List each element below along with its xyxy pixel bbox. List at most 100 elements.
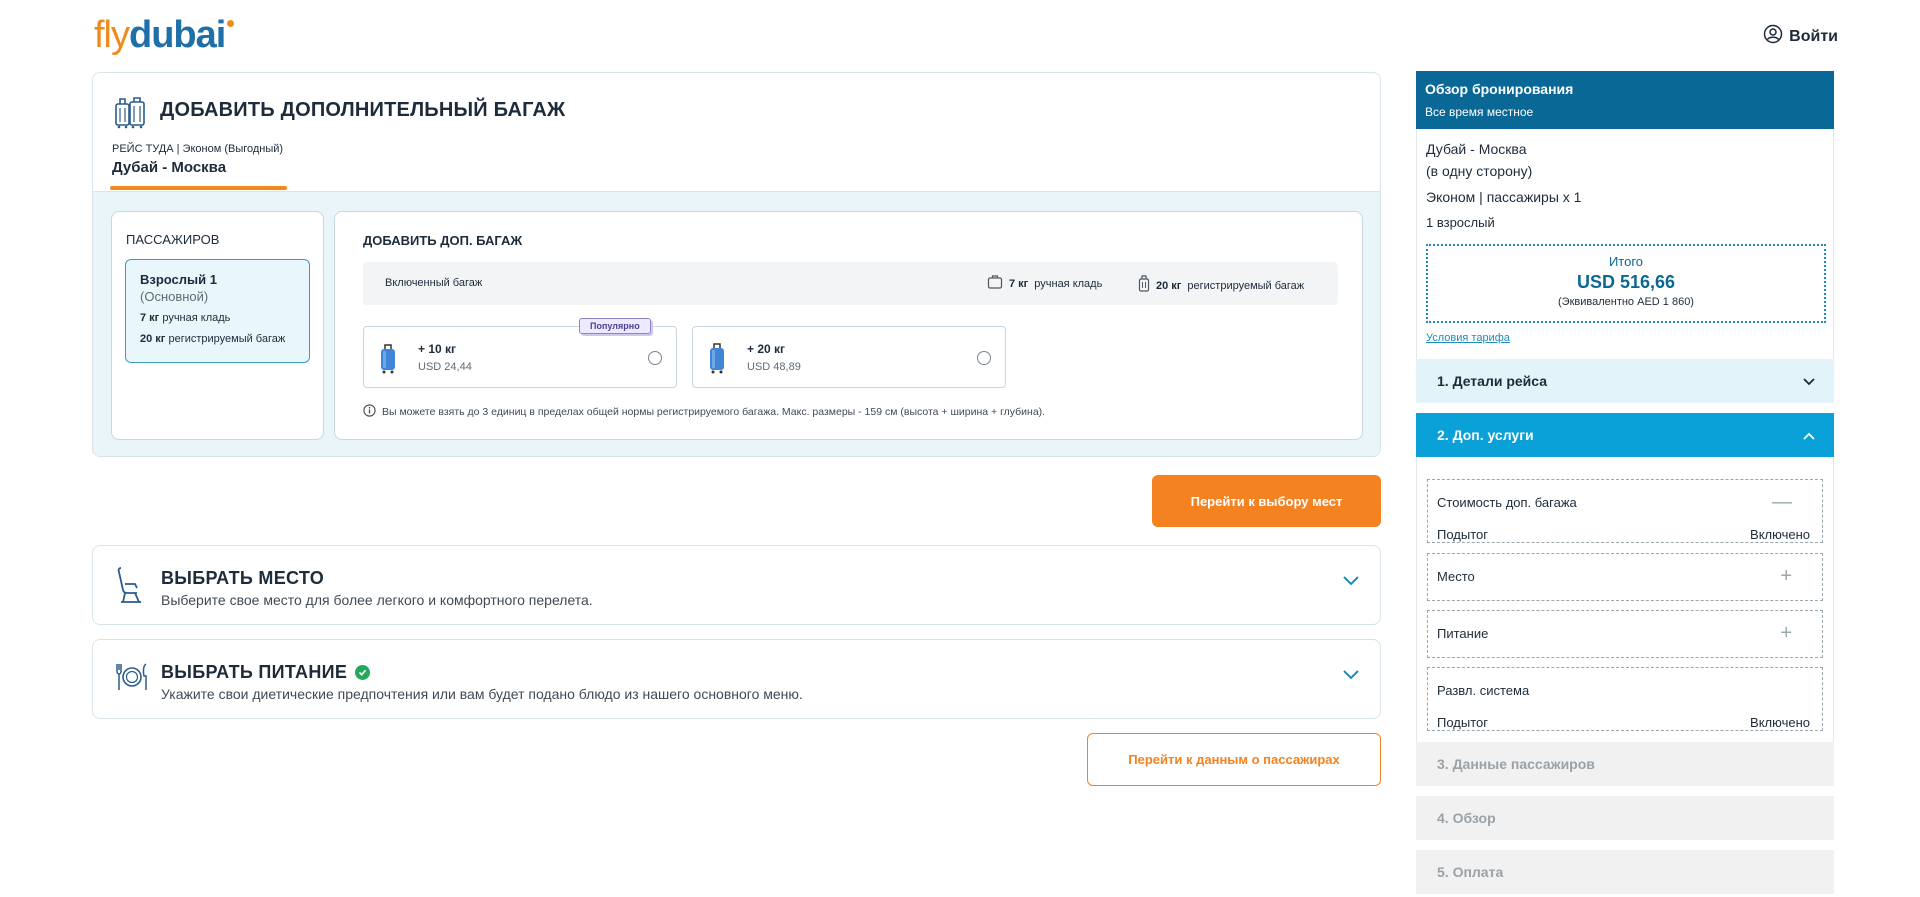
user-icon	[1763, 24, 1783, 49]
chevron-down-icon[interactable]	[1342, 574, 1360, 592]
chevron-down-icon	[1802, 374, 1816, 390]
baggage-body: ПАССАЖИРОВ Взрослый 1 (Основной) 7 кг ру…	[93, 191, 1380, 456]
option-radio[interactable]	[977, 351, 991, 365]
service-ife-label: Развл. система	[1437, 683, 1530, 698]
service-subtotal-label: Подытог	[1437, 527, 1488, 542]
select-seat-section[interactable]: ВЫБРАТЬ МЕСТО Выберите свое место для бо…	[92, 545, 1381, 625]
step-passenger-details[interactable]: 3. Данные пассажиров	[1416, 742, 1834, 786]
service-seat-label: Место	[1437, 569, 1475, 584]
option-weight: + 10 кг	[418, 342, 457, 356]
option-weight: + 20 кг	[747, 342, 786, 356]
go-to-seats-button[interactable]: Перейти к выбору мест	[1152, 475, 1381, 527]
seat-icon	[115, 566, 145, 611]
step-label: 4. Обзор	[1437, 810, 1496, 826]
baggage-note-text: Вы можете взять до 3 единиц в пределах о…	[382, 406, 1046, 418]
step-extra-services[interactable]: 2. Доп. услуги	[1416, 413, 1834, 457]
service-baggage: Стоимость доп. багажа — Подытог Включено	[1427, 479, 1823, 543]
baggage-title: ДОБАВИТЬ ДОПОЛНИТЕЛЬНЫЙ БАГАЖ	[160, 99, 566, 121]
step-label: 2. Доп. услуги	[1437, 427, 1534, 443]
extra-services-list: Стоимость доп. багажа — Подытог Включено…	[1416, 457, 1834, 742]
passenger-checked-allowance: 20 кг регистрируемый багаж	[140, 333, 286, 345]
go-to-passengers-button[interactable]: Перейти к данным о пассажирах	[1087, 733, 1381, 786]
included-baggage-label: Включенный багаж	[385, 277, 483, 289]
suitcase-icon	[1138, 275, 1150, 296]
baggage-header: ДОБАВИТЬ ДОПОЛНИТЕЛЬНЫЙ БАГАЖ РЕЙС ТУДА …	[93, 73, 1380, 191]
plus-icon[interactable]: +	[1780, 623, 1792, 643]
service-meal: Питание +	[1427, 610, 1823, 658]
booking-summary-sidebar: Обзор бронирования Все время местное Дуб…	[1416, 71, 1834, 897]
service-seat: Место +	[1427, 553, 1823, 601]
route-tab-underline	[110, 186, 287, 190]
info-icon	[363, 404, 376, 420]
summary-adults: 1 взрослый	[1426, 215, 1495, 230]
chevron-down-icon[interactable]	[1342, 668, 1360, 686]
sidebar-header: Обзор бронирования Все время местное	[1416, 71, 1834, 129]
passenger-name: Взрослый 1	[140, 272, 217, 287]
header: flydubai Войти	[0, 0, 1920, 70]
total-label: Итого	[1608, 254, 1644, 269]
step-label: 1. Детали рейса	[1437, 373, 1548, 389]
sidebar-title: Обзор бронирования	[1425, 81, 1574, 97]
baggage-option-20kg[interactable]: + 20 кг USD 48,89	[692, 326, 1006, 388]
add-baggage-panel: ДОБАВИТЬ ДОП. БАГАЖ Включенный багаж 7 к…	[334, 211, 1363, 440]
option-radio[interactable]	[648, 351, 662, 365]
blue-suitcase-icon	[707, 342, 727, 379]
sidebar-summary: Дубай - Москва (в одну сторону) Эконом |…	[1416, 129, 1834, 359]
total-aed: (Эквивалентно AED 1 860)	[1558, 296, 1694, 308]
flight-route-tab[interactable]: Дубай - Москва	[112, 159, 226, 176]
sidebar-subtitle: Все время местное	[1425, 105, 1534, 119]
flight-type: РЕЙС ТУДА | Эконом (Выгодный)	[112, 143, 284, 155]
passengers-panel: ПАССАЖИРОВ Взрослый 1 (Основной) 7 кг ру…	[111, 211, 324, 440]
step-label: 3. Данные пассажиров	[1437, 756, 1595, 772]
passenger-cabin-allowance: 7 кг ручная кладь	[140, 312, 231, 324]
included-checked: 20 кг регистрируемый багаж	[1138, 275, 1304, 296]
fare-terms-link[interactable]: Условия тарифа	[1426, 332, 1510, 344]
summary-class-pax: Эконом | пассажиры x 1	[1426, 189, 1582, 205]
option-price: USD 48,89	[747, 361, 801, 373]
chevron-up-icon	[1802, 428, 1816, 444]
login-label: Войти	[1789, 27, 1838, 45]
logo-dot	[227, 20, 235, 27]
cutlery-icon	[115, 660, 149, 699]
cabin-bag-icon	[987, 275, 1003, 292]
service-subtotal-value: Включено	[1750, 527, 1810, 542]
logo-dubai-text: dubai	[129, 14, 226, 56]
select-seat-title: ВЫБРАТЬ МЕСТО	[161, 568, 325, 588]
passenger-card-selected[interactable]: Взрослый 1 (Основной) 7 кг ручная кладь …	[125, 259, 310, 363]
select-seat-description: Выберите свое место для более легкого и …	[161, 592, 593, 608]
summary-total-box: Итого USD 516,66 (Эквивалентно AED 1 860…	[1426, 244, 1826, 323]
service-baggage-label: Стоимость доп. багажа	[1437, 495, 1577, 510]
passenger-role: (Основной)	[140, 289, 209, 304]
flydubai-logo[interactable]: flydubai	[94, 14, 235, 57]
summary-trip-type: (в одну сторону)	[1426, 163, 1533, 179]
service-subtotal-value: Включено	[1750, 715, 1810, 730]
service-meal-label: Питание	[1437, 626, 1489, 641]
select-meal-description: Укажите свои диетические предпочтения ил…	[161, 686, 803, 702]
step-label: 5. Оплата	[1437, 864, 1504, 880]
login-button[interactable]: Войти	[1763, 24, 1838, 49]
baggage-note: Вы можете взять до 3 единиц в пределах о…	[363, 404, 1045, 420]
step-review[interactable]: 4. Обзор	[1416, 796, 1834, 840]
included-cabin: 7 кг ручная кладь	[987, 275, 1102, 292]
select-meal-title: ВЫБРАТЬ ПИТАНИЕ	[161, 662, 371, 683]
included-baggage-bar: Включенный багаж 7 кг ручная кладь 20 кг р…	[363, 262, 1338, 305]
service-entertainment: Развл. система Подытог Включено	[1427, 667, 1823, 731]
add-baggage-title: ДОБАВИТЬ ДОП. БАГАЖ	[363, 233, 523, 248]
step-payment[interactable]: 5. Оплата	[1416, 850, 1834, 894]
summary-route: Дубай - Москва	[1426, 141, 1527, 157]
check-icon	[355, 665, 371, 680]
passengers-title: ПАССАЖИРОВ	[126, 232, 220, 247]
service-subtotal-label: Подытог	[1437, 715, 1488, 730]
option-price: USD 24,44	[418, 361, 472, 373]
select-meal-section[interactable]: ВЫБРАТЬ ПИТАНИЕ Укажите свои диетические…	[92, 639, 1381, 719]
step-flight-details[interactable]: 1. Детали рейса	[1416, 359, 1834, 403]
plus-icon[interactable]: +	[1780, 566, 1792, 586]
logo-fly-text: fly	[94, 14, 130, 56]
popular-badge: Популярно	[579, 318, 651, 334]
total-usd: USD 516,66	[1576, 272, 1676, 292]
blue-suitcase-icon	[378, 342, 398, 379]
minus-icon[interactable]: —	[1772, 492, 1792, 512]
baggage-option-10kg[interactable]: + 10 кг USD 24,44	[363, 326, 677, 388]
luggage-icon	[113, 95, 147, 134]
baggage-card: ДОБАВИТЬ ДОПОЛНИТЕЛЬНЫЙ БАГАЖ РЕЙС ТУДА …	[92, 72, 1381, 457]
